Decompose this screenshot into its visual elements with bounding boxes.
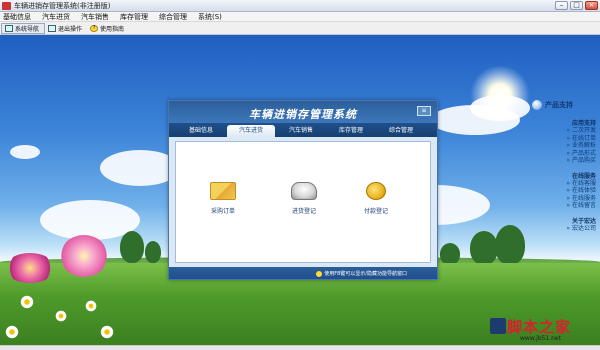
link-business-analysis[interactable]: 业务解析 <box>530 142 600 150</box>
tab-car-sales[interactable]: 汽车销售 <box>277 125 325 136</box>
panel-header: 车辆进销存管理系统 ≡ <box>169 101 437 123</box>
payment-action[interactable]: 付款登记 <box>351 182 401 215</box>
menu-car-sales[interactable]: 汽车销售 <box>78 12 117 22</box>
link-secondary-dev[interactable]: 二次开发 <box>530 127 600 135</box>
navigation-button[interactable]: 系统导航 <box>1 22 46 34</box>
help-label: 使用指南 <box>100 25 125 33</box>
white-daisy <box>100 325 114 339</box>
tab-car-purchase[interactable]: 汽车进货 <box>227 125 275 137</box>
support-title: 产品支持 <box>545 101 573 109</box>
close-button[interactable]: × <box>585 1 598 10</box>
white-daisy <box>85 300 97 312</box>
window-title: 车辆进销存管理系统(非注册版) <box>14 1 111 10</box>
tree <box>120 231 144 263</box>
tab-inventory[interactable]: 库存管理 <box>327 125 375 136</box>
panel-title: 车辆进销存管理系统 <box>249 108 357 121</box>
white-daisy <box>5 325 19 339</box>
white-daisy <box>55 310 67 322</box>
menu-bar: 基础信息 汽车进货 汽车销售 库存管理 综合管理 系统(S) <box>0 12 600 22</box>
navigation-icon <box>5 24 13 32</box>
cloud <box>10 145 40 159</box>
exit-label: 退出操作 <box>58 25 83 33</box>
white-daisy <box>20 295 34 309</box>
tree <box>470 231 498 265</box>
payment-label: 付款登记 <box>363 208 388 215</box>
purchase-order-action[interactable]: 采购订单 <box>198 182 248 215</box>
link-online-message[interactable]: 在线留言 <box>530 202 600 210</box>
status-bar <box>0 345 600 350</box>
watermark-logo <box>490 318 506 334</box>
car-icon <box>291 182 317 200</box>
link-online-support[interactable]: 在线客服 <box>530 180 600 188</box>
tree <box>145 241 161 263</box>
link-online-service[interactable]: 在线服务 <box>530 195 600 203</box>
link-product-form[interactable]: 产品形式 <box>530 150 600 158</box>
section-app-support: 应用支持 <box>571 120 596 127</box>
tree <box>495 225 525 265</box>
menu-basic-info[interactable]: 基础信息 <box>0 12 39 22</box>
footer-hint-text: 使用F8键可以显示/隐藏功能导航窗口 <box>324 271 407 277</box>
cloud <box>470 95 530 121</box>
stock-in-action[interactable]: 进货登记 <box>279 182 329 215</box>
panel-tabs: 基础信息 汽车进货 汽车销售 库存管理 综合管理 <box>169 123 437 137</box>
section-about: 关于宏达 <box>571 217 596 225</box>
support-sidebar: 产品支持 应用支持 二次开发 在线订单 业务解析 产品形式 产品购买 在线服务 … <box>530 100 600 315</box>
section-online-service: 在线服务 <box>571 172 596 180</box>
purchase-order-label: 采购订单 <box>210 208 235 215</box>
tab-general[interactable]: 综合管理 <box>377 125 425 136</box>
purchase-order-icon <box>210 182 236 200</box>
navigation-panel: 车辆进销存管理系统 ≡ 基础信息 汽车进货 汽车销售 库存管理 综合管理 采购订… <box>168 100 438 280</box>
link-online-order[interactable]: 在线订单 <box>530 135 600 143</box>
panel-menu-button[interactable]: ≡ <box>417 106 431 116</box>
globe-icon <box>532 100 542 110</box>
panel-body: 采购订单 进货登记 付款登记 <box>175 141 431 263</box>
link-online-trial[interactable]: 在线体验 <box>530 187 600 195</box>
stock-in-label: 进货登记 <box>291 208 316 215</box>
menu-car-purchase[interactable]: 汽车进货 <box>39 12 78 22</box>
exit-button[interactable]: 退出操作 <box>45 23 87 34</box>
link-product-purchase[interactable]: 产品购买 <box>530 157 600 165</box>
window-titlebar: 车辆进销存管理系统(非注册版) – □ × <box>0 0 600 12</box>
tree <box>440 243 460 265</box>
coins-icon <box>366 182 386 200</box>
link-company[interactable]: 宏达公司 <box>530 225 600 233</box>
help-icon: ? <box>90 24 99 32</box>
menu-inventory[interactable]: 库存管理 <box>117 12 156 22</box>
minimize-button[interactable]: – <box>555 1 568 10</box>
maximize-button[interactable]: □ <box>570 1 583 10</box>
toolbar: 系统导航 退出操作 ? 使用指南 <box>0 22 600 35</box>
menu-system[interactable]: 系统(S) <box>195 12 230 22</box>
navigation-label: 系统导航 <box>15 25 40 33</box>
help-button[interactable]: ? 使用指南 <box>87 23 129 34</box>
support-header: 产品支持 <box>532 100 600 110</box>
menu-general[interactable]: 综合管理 <box>156 12 195 22</box>
panel-footer: 使用F8键可以显示/隐藏功能导航窗口 <box>169 267 437 279</box>
lightbulb-icon <box>316 270 323 277</box>
exit-icon <box>48 24 57 32</box>
pink-flower <box>60 235 108 277</box>
window-controls: – □ × <box>555 1 598 10</box>
footer-hint: 使用F8键可以显示/隐藏功能导航窗口 <box>316 270 407 277</box>
pink-flower <box>5 253 55 283</box>
app-icon <box>2 1 11 10</box>
watermark-text: 脚本之家 <box>507 318 572 336</box>
tab-basic-info[interactable]: 基础信息 <box>177 125 225 136</box>
watermark-url: www.jb51.net <box>520 335 561 342</box>
